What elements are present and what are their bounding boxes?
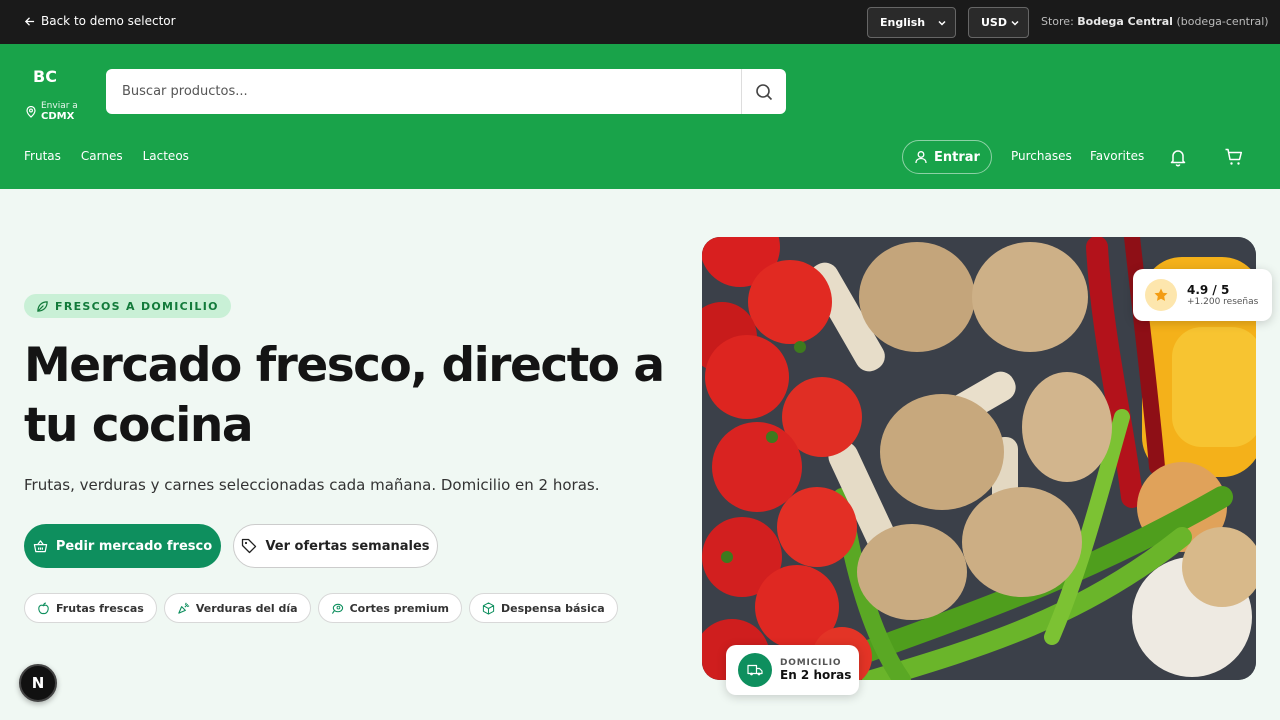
- basket-icon: [33, 539, 48, 552]
- chip-label: Cortes premium: [349, 601, 450, 615]
- cart-icon[interactable]: [1224, 147, 1244, 167]
- main-header: BC Enviar a CDMX Frutas Carnes Lacteos E…: [0, 44, 1280, 189]
- category-frutas[interactable]: Frutas: [24, 149, 61, 163]
- weekly-offers-button[interactable]: Ver ofertas semanales: [233, 524, 438, 568]
- search-input[interactable]: [106, 69, 741, 114]
- delivery-card: DOMICILIO En 2 horas: [726, 645, 859, 695]
- rating-reviews: +1.200 reseñas: [1187, 297, 1259, 307]
- tag-icon: [242, 538, 257, 554]
- search-button[interactable]: [741, 69, 786, 114]
- hero-badge: FRESCOS A DOMICILIO: [24, 294, 231, 318]
- chip-despensa-basica[interactable]: Despensa básica: [469, 593, 618, 623]
- back-to-demo-link[interactable]: Back to demo selector: [24, 14, 176, 28]
- back-label: Back to demo selector: [41, 14, 176, 28]
- beef-icon: [331, 603, 343, 614]
- top-bar: Back to demo selector English USD Store:…: [0, 0, 1280, 44]
- category-carnes[interactable]: Carnes: [81, 149, 123, 163]
- delivery-label: DOMICILIO: [780, 658, 842, 668]
- search-bar: [106, 69, 786, 114]
- rating-card: 4.9 / 5 +1.200 reseñas: [1133, 269, 1272, 321]
- store-info: Store: Bodega Central (bodega-central): [1041, 15, 1269, 28]
- chevron-down-icon: [1011, 20, 1019, 26]
- badge-label: FRESCOS A DOMICILIO: [55, 299, 219, 313]
- category-nav: Frutas Carnes Lacteos: [24, 149, 189, 163]
- package-icon: [482, 601, 495, 615]
- store-prefix: Store:: [1041, 15, 1074, 28]
- store-name: Bodega Central: [1077, 15, 1173, 28]
- map-pin-icon: [26, 106, 36, 118]
- login-button[interactable]: Entrar: [902, 140, 992, 174]
- chip-label: Verduras del día: [195, 601, 298, 615]
- chip-cortes-premium[interactable]: Cortes premium: [317, 593, 463, 623]
- chip-label: Despensa básica: [501, 601, 605, 615]
- delivery-time: En 2 horas: [780, 668, 852, 682]
- currency-value: USD: [981, 16, 1007, 29]
- leaf-icon: [37, 300, 48, 312]
- deliver-location: CDMX: [41, 111, 75, 122]
- chevron-down-icon: [938, 20, 946, 26]
- rating-score: 4.9 / 5: [1187, 283, 1230, 297]
- dev-tools-button[interactable]: N: [19, 664, 57, 702]
- store-logo[interactable]: BC: [33, 67, 57, 86]
- chip-frutas-frescas[interactable]: Frutas frescas: [24, 593, 157, 623]
- carrot-icon: [178, 602, 190, 614]
- arrow-left-icon: [24, 16, 35, 26]
- truck-badge: [738, 653, 772, 687]
- category-chips: Frutas frescas Verduras del día Cortes p…: [24, 593, 618, 623]
- store-id: (bodega-central): [1176, 15, 1269, 28]
- chip-verduras-del-dia[interactable]: Verduras del día: [163, 593, 311, 623]
- bell-icon[interactable]: [1168, 147, 1188, 167]
- language-value: English: [880, 16, 926, 29]
- hero-subtitle: Frutas, verduras y carnes seleccionadas …: [24, 476, 600, 494]
- star-badge: [1145, 279, 1177, 311]
- order-fresh-button[interactable]: Pedir mercado fresco: [24, 524, 221, 568]
- delivery-location[interactable]: Enviar a CDMX: [25, 101, 78, 123]
- favorites-link[interactable]: Favorites: [1090, 149, 1144, 163]
- category-lacteos[interactable]: Lacteos: [143, 149, 189, 163]
- weekly-offers-label: Ver ofertas semanales: [265, 538, 430, 554]
- chip-label: Frutas frescas: [56, 601, 144, 615]
- search-icon: [756, 83, 773, 100]
- purchases-link[interactable]: Purchases: [1011, 149, 1072, 163]
- currency-select[interactable]: USD: [968, 7, 1029, 38]
- star-icon: [1154, 288, 1168, 301]
- order-fresh-label: Pedir mercado fresco: [55, 538, 213, 554]
- deliver-label: Enviar a: [41, 101, 78, 111]
- user-icon: [915, 151, 927, 164]
- hero-title: Mercado fresco, directo a tu cocina: [24, 338, 665, 453]
- truck-icon: [747, 664, 763, 676]
- login-label: Entrar: [934, 149, 980, 165]
- language-select[interactable]: English: [867, 7, 956, 38]
- apple-icon: [38, 601, 49, 614]
